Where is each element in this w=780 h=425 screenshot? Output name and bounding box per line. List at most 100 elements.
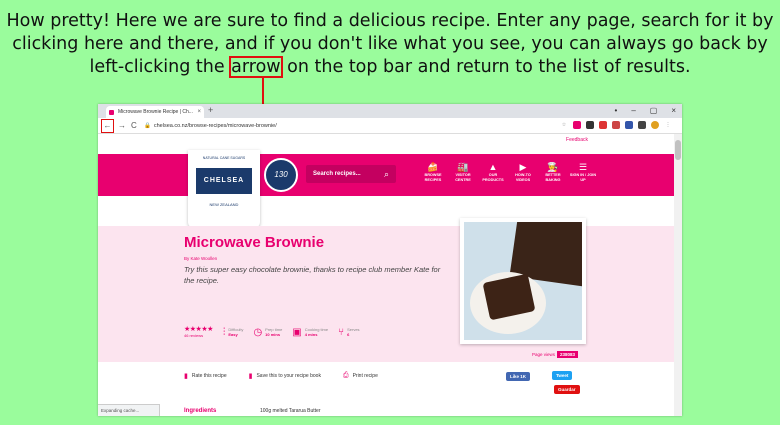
recipe-author[interactable]: By Kate Woollen	[184, 256, 217, 261]
recipe-hero: Microwave Brownie By Kate Woollen Try th…	[98, 218, 674, 362]
new-tab-button[interactable]: +	[208, 105, 213, 115]
review-count: 46 reviews	[184, 333, 204, 338]
pyramid-icon: ▲	[488, 162, 498, 172]
cutlery-icon: ⑂	[338, 326, 345, 338]
reload-button[interactable]: C	[131, 120, 137, 132]
nav-label: HOW-TO VIDEOS	[515, 173, 531, 182]
tab-close-icon[interactable]: ×	[197, 106, 201, 118]
ingredient-item: 100g melted Tararua Butter	[260, 408, 321, 414]
thermometer-icon: ⫶	[222, 326, 226, 338]
feedback-link[interactable]: Feedback	[566, 137, 588, 143]
close-window-button[interactable]: ×	[671, 104, 676, 118]
extension-icon[interactable]	[612, 121, 620, 129]
print-label: Print recipe	[352, 373, 378, 379]
nav-visitor-centre[interactable]: 🏭 VISITOR CENTRE	[448, 162, 478, 183]
caption-text-after: on the top bar and return to the list of…	[281, 57, 691, 77]
rate-label: Rate this recipe	[191, 373, 227, 379]
rating-stars-icon: ★★★★★	[184, 326, 213, 333]
serves: ⑂ Serves 6	[338, 327, 359, 338]
cake-icon: 🍰	[427, 162, 439, 172]
url-input[interactable]: 🔒 chelsea.co.nz/browse-recipes/microwave-…	[144, 121, 584, 131]
extension-icon[interactable]	[638, 121, 646, 129]
serves-value: 6	[347, 332, 350, 337]
maximize-button[interactable]: ▢	[650, 104, 658, 118]
rate-recipe-button[interactable]: ▮ Rate this recipe	[184, 372, 227, 380]
web-page: Feedback NATURAL CANE SUGARS CHELSEA NEW…	[98, 134, 674, 416]
extension-icon[interactable]	[625, 121, 633, 129]
nav-label: BROWSE RECIPES	[424, 173, 442, 182]
oven-icon: ▣	[292, 326, 302, 338]
nav-browse-recipes[interactable]: 🍰 BROWSE RECIPES	[418, 162, 448, 183]
cook-value: 4 mins	[304, 332, 318, 337]
nav-label: BETTER BAKING	[545, 173, 561, 182]
extension-icon[interactable]	[573, 121, 581, 129]
logo-bottom-text: NEW ZEALAND	[209, 202, 239, 207]
printer-icon: ⎙	[342, 372, 349, 379]
nav-label: VISITOR CENTRE	[455, 173, 471, 182]
user-icon: ☰	[578, 162, 588, 172]
facebook-like-button[interactable]: Like 1K	[506, 372, 531, 381]
ingredients-heading: Ingredients	[184, 408, 217, 414]
recipe-stats: ★★★★★ 46 reviews ⫶ Difficulty Easy ◷ Pre…	[184, 326, 360, 338]
bookmark-star-icon[interactable]: ☆	[560, 121, 568, 129]
prep-time: ◷ Prep time 10 mins	[253, 327, 282, 338]
nav-sign-in[interactable]: ☰ SIGN IN / JOIN UP	[568, 162, 598, 183]
tweet-button[interactable]: Tweet	[552, 371, 573, 380]
recipe-search-input[interactable]: Search recipes... ⌕	[306, 165, 396, 183]
search-icon[interactable]: ⌕	[384, 165, 389, 183]
recipe-description: Try this super easy chocolate brownie, t…	[184, 265, 441, 285]
difficulty: ⫶ Difficulty Easy	[223, 327, 244, 338]
profile-icon[interactable]: •	[615, 104, 618, 118]
page-views: Page views 238083	[532, 351, 579, 358]
save-recipe-button[interactable]: ▮ Save this to your recipe book	[249, 372, 321, 380]
rating[interactable]: ★★★★★ 46 reviews	[184, 326, 213, 338]
avatar[interactable]	[651, 121, 659, 129]
logo-brand: CHELSEA	[196, 168, 252, 194]
extension-icon[interactable]	[599, 121, 607, 129]
recipe-photo	[460, 218, 586, 344]
nav-label: SIGN IN / JOIN UP	[569, 173, 597, 182]
page-views-label: Page views	[532, 352, 556, 357]
nav-how-to-videos[interactable]: ▶ HOW-TO VIDEOS	[508, 162, 538, 183]
building-icon: 🏭	[457, 162, 469, 172]
menu-icon[interactable]: ⋮	[664, 121, 672, 129]
play-icon: ▶	[519, 162, 527, 172]
instruction-caption: How pretty! Here we are sure to find a d…	[0, 10, 780, 79]
main-nav: 🍰 BROWSE RECIPES 🏭 VISITOR CENTRE ▲ OUR …	[418, 162, 598, 183]
difficulty-value: Easy	[228, 332, 238, 337]
bookmark-icon: ▮	[248, 373, 253, 380]
recipe-title: Microwave Brownie	[184, 234, 325, 251]
address-bar: ← → C 🔒 chelsea.co.nz/browse-recipes/micr…	[98, 118, 682, 134]
logo-top-text: NATURAL CANE SUGARS	[202, 156, 246, 160]
cooking-time: ▣ Cooking time 4 mins	[292, 327, 328, 338]
recipe-actions: ▮ Rate this recipe ▮ Save this to your rec…	[184, 372, 378, 380]
pinterest-save-button[interactable]: Guardar	[554, 385, 580, 394]
bookmark-icon: ▮	[184, 373, 188, 380]
caption-highlight-arrow: arrow	[229, 56, 283, 78]
browser-window: Microwave Brownie Recipe | Ch... × + • –…	[98, 104, 682, 416]
tab-title: Microwave Brownie Recipe | Ch...	[118, 109, 193, 115]
tab-bar: Microwave Brownie Recipe | Ch... × + • –…	[98, 104, 682, 118]
back-arrow-button[interactable]: ←	[101, 119, 114, 133]
page-views-count: 238083	[557, 351, 579, 358]
window-controls: • – ▢ ×	[615, 104, 677, 118]
scrollbar-thumb[interactable]	[675, 140, 681, 160]
chelsea-logo[interactable]: NATURAL CANE SUGARS CHELSEA NEW ZEALAND	[188, 150, 260, 228]
url-text: chelsea.co.nz/browse-recipes/microwave-b…	[153, 123, 277, 129]
prep-value: 10 mins	[265, 332, 281, 337]
browser-status-bar: Expanding cache...	[98, 404, 160, 416]
chef-hat-icon: 👨‍🍳	[547, 162, 559, 172]
extension-icon[interactable]	[586, 121, 594, 129]
nav-label: OUR PRODUCTS	[482, 173, 504, 182]
extension-icons: ☆ ⋮	[560, 121, 672, 129]
minimize-button[interactable]: –	[631, 104, 635, 118]
browser-tab[interactable]: Microwave Brownie Recipe | Ch... ×	[106, 106, 204, 118]
forward-arrow-button[interactable]: →	[118, 120, 126, 132]
site-header: NATURAL CANE SUGARS CHELSEA NEW ZEALAND …	[98, 150, 674, 228]
page-scrollbar[interactable]	[674, 134, 682, 416]
print-recipe-button[interactable]: ⎙ Print recipe	[343, 372, 378, 380]
anniversary-seal: 130	[264, 158, 298, 192]
nav-our-products[interactable]: ▲ OUR PRODUCTS	[478, 162, 508, 183]
nav-better-baking[interactable]: 👨‍🍳 BETTER BAKING	[538, 162, 568, 183]
favicon-icon	[109, 110, 114, 115]
